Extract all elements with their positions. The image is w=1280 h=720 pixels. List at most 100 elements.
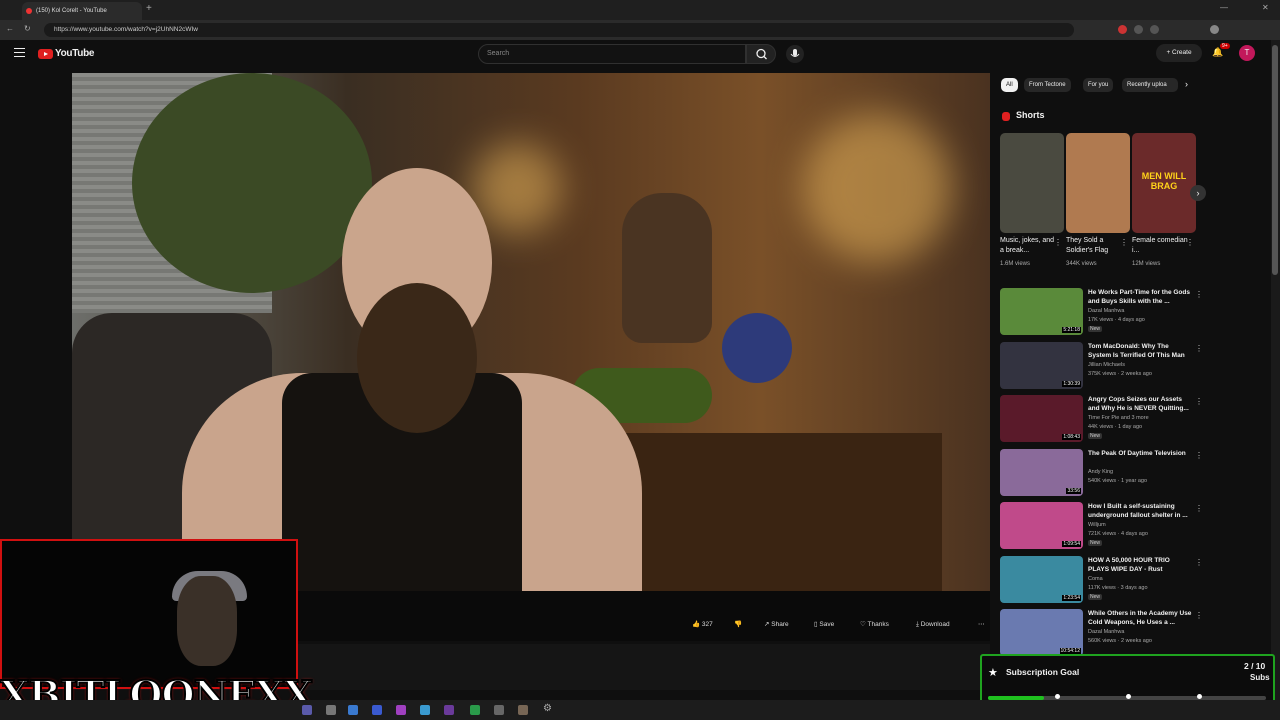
more-actions-icon[interactable]: ⋯ xyxy=(978,618,985,632)
like-button[interactable]: 👍 327 xyxy=(692,618,713,632)
video-thumbnail[interactable]: 1:08:43 xyxy=(1000,395,1083,442)
search-input[interactable]: Search xyxy=(478,44,746,64)
minimize-icon[interactable]: — xyxy=(1220,3,1228,12)
video-thumbnail[interactable]: 33:56 xyxy=(1000,448,1083,496)
video-title[interactable]: He Works Part-Time for the Gods and Buys… xyxy=(1088,288,1192,306)
goal-title: Subscription Goal xyxy=(1006,667,1080,677)
taskbar-app-icon[interactable] xyxy=(420,705,430,715)
avatar[interactable]: T xyxy=(1239,45,1255,61)
profile-icon[interactable] xyxy=(1210,25,1219,34)
new-tab-icon[interactable]: + xyxy=(146,3,152,14)
video-title[interactable]: How I Built a self-sustaining undergroun… xyxy=(1088,502,1192,520)
short-views: 1.6M views xyxy=(1000,261,1031,267)
shorts-next-icon[interactable]: › xyxy=(1190,185,1206,201)
video-meta: 540K views · 1 year ago xyxy=(1088,477,1148,484)
extension-icon[interactable] xyxy=(1134,25,1143,34)
video-thumbnail[interactable]: 1:30:39 xyxy=(1000,341,1083,389)
short-thumbnail[interactable] xyxy=(1000,133,1064,233)
video-title[interactable]: HOW A 50,000 HOUR TRIO PLAYS WIPE DAY - … xyxy=(1088,556,1192,574)
short-title[interactable]: Music, jokes, and a break... xyxy=(1000,236,1056,258)
short-title[interactable]: Female comedian i... xyxy=(1132,236,1188,258)
close-window-icon[interactable]: ✕ xyxy=(1262,3,1269,12)
video-thumbnail[interactable]: 10:54:12 xyxy=(1000,609,1083,656)
more-options-icon[interactable]: ⋮ xyxy=(1195,611,1203,620)
save-button[interactable]: ▯ Save xyxy=(814,618,834,632)
taskbar-app-icon[interactable] xyxy=(372,705,382,715)
video-thumbnail[interactable]: 1:09:54 xyxy=(1000,502,1083,549)
channel-name[interactable]: Dazal Manhwa xyxy=(1088,629,1124,635)
video-title[interactable]: Tom MacDonald: Why The System Is Terrifi… xyxy=(1088,342,1192,360)
video-duration: 1:23:54 xyxy=(1062,594,1081,601)
more-options-icon[interactable]: ⋮ xyxy=(1195,290,1203,299)
back-icon[interactable]: ← xyxy=(6,24,14,33)
chip-from-tectone[interactable]: From Tectone xyxy=(1024,78,1071,92)
taskbar-app-icon[interactable] xyxy=(518,705,528,715)
globe xyxy=(722,313,792,383)
channel-name[interactable]: Andy King xyxy=(1088,469,1113,475)
short-title[interactable]: They Sold a Soldier's Flag xyxy=(1066,236,1122,258)
recommended-video[interactable]: 1:08:43 Angry Cops Seizes our Assets and … xyxy=(1000,395,1203,447)
thanks-button[interactable]: ♡ Thanks xyxy=(860,618,889,632)
taskbar-app-icon[interactable] xyxy=(396,705,406,715)
url-field[interactable]: https://www.youtube.com/watch?v=j2UhNN2c… xyxy=(44,23,1074,37)
recommended-video[interactable]: 1:30:39 Tom MacDonald: Why The System Is … xyxy=(1000,341,1203,394)
search-button[interactable] xyxy=(746,44,776,64)
short-more-icon[interactable]: ⋮ xyxy=(1186,238,1194,247)
notification-badge: 9+ xyxy=(1220,43,1230,49)
video-title[interactable]: Angry Cops Seizes our Assets and Why He … xyxy=(1088,395,1192,413)
new-badge: New xyxy=(1088,540,1103,546)
video-player[interactable] xyxy=(72,73,990,591)
video-title[interactable]: The Peak Of Daytime Television xyxy=(1088,449,1192,467)
video-title[interactable]: While Others in the Academy Use Cold Wea… xyxy=(1088,609,1192,627)
short-more-icon[interactable]: ⋮ xyxy=(1120,238,1128,247)
channel-name[interactable]: Time For Pie and 3 more xyxy=(1088,415,1149,421)
taskbar-app-icon[interactable] xyxy=(326,705,336,715)
taskbar-app-icon[interactable] xyxy=(444,705,454,715)
youtube-logo-text[interactable]: YouTube xyxy=(55,48,95,59)
reload-icon[interactable]: ↻ xyxy=(24,24,31,33)
recommended-video[interactable]: 1:23:54 HOW A 50,000 HOUR TRIO PLAYS WIPE… xyxy=(1000,555,1203,608)
more-options-icon[interactable]: ⋮ xyxy=(1195,397,1203,406)
microphone-icon[interactable] xyxy=(786,45,804,63)
scrollbar-thumb[interactable] xyxy=(1272,45,1278,275)
address-bar-row: ← ↻ https://www.youtube.com/watch?v=j2Uh… xyxy=(0,20,1280,40)
extension-icon[interactable] xyxy=(1150,25,1159,34)
channel-name[interactable]: Coma xyxy=(1088,576,1103,582)
short-more-icon[interactable]: ⋮ xyxy=(1054,238,1062,247)
short-thumbnail[interactable]: MEN WILL BRAG xyxy=(1132,133,1196,233)
extension-icon[interactable] xyxy=(1118,25,1127,34)
recommended-video[interactable]: 5:21:18 He Works Part-Time for the Gods a… xyxy=(1000,288,1203,340)
short-thumbnail[interactable] xyxy=(1066,133,1130,233)
more-options-icon[interactable]: ⋮ xyxy=(1195,451,1203,460)
settings-gear-icon[interactable]: ⚙ xyxy=(543,703,552,714)
lamp-glow xyxy=(472,143,562,233)
shorts-heading: Shorts xyxy=(1016,110,1045,120)
channel-name[interactable]: Willjum xyxy=(1088,522,1106,528)
channel-name[interactable]: Jillian Michaels xyxy=(1088,362,1125,368)
create-button[interactable]: + Create xyxy=(1156,44,1202,62)
chevron-right-icon[interactable]: › xyxy=(1185,79,1188,89)
taskbar-app-icon[interactable] xyxy=(470,705,480,715)
more-options-icon[interactable]: ⋮ xyxy=(1195,504,1203,513)
channel-name[interactable]: Dazal Manhwa xyxy=(1088,308,1124,314)
recommended-video[interactable]: 33:56 The Peak Of Daytime Television Andy … xyxy=(1000,448,1203,501)
browser-tab[interactable]: (150) Kol Corelt - YouTube xyxy=(22,2,142,20)
more-options-icon[interactable]: ⋮ xyxy=(1195,558,1203,567)
video-thumbnail[interactable]: 1:23:54 xyxy=(1000,555,1083,603)
taskbar-app-icon[interactable] xyxy=(494,705,504,715)
chip-for-you[interactable]: For you xyxy=(1083,78,1114,92)
chip-recently-uploaded[interactable]: Recently uploa xyxy=(1122,78,1178,92)
hamburger-menu-icon[interactable] xyxy=(14,48,25,57)
video-meta: 17K views · 4 days ago xyxy=(1088,317,1145,323)
chip-all[interactable]: All xyxy=(1001,78,1018,92)
download-button[interactable]: ⤓ Download xyxy=(916,618,950,632)
recommended-video[interactable]: 1:09:54 How I Built a self-sustaining und… xyxy=(1000,502,1203,554)
taskbar-app-icon[interactable] xyxy=(348,705,358,715)
goal-marker xyxy=(1126,694,1131,699)
share-button[interactable]: ↗ Share xyxy=(764,618,789,632)
youtube-logo-icon[interactable] xyxy=(38,49,53,59)
video-thumbnail[interactable]: 5:21:18 xyxy=(1000,288,1083,335)
taskbar-app-icon[interactable] xyxy=(302,705,312,715)
dislike-button[interactable]: 👎 xyxy=(734,618,742,632)
more-options-icon[interactable]: ⋮ xyxy=(1195,344,1203,353)
